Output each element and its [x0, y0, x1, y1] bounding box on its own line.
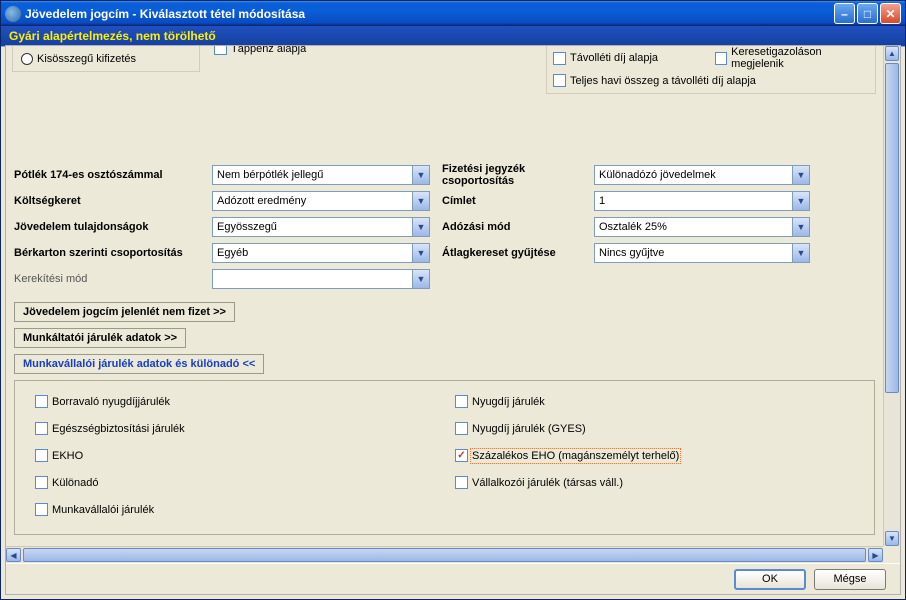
lbl-berkarton: Bérkarton szerinti csoportosítás	[14, 247, 206, 259]
close-button[interactable]: ✕	[880, 3, 901, 24]
check-tappenz[interactable]	[214, 46, 227, 55]
scroll-thumb[interactable]	[23, 548, 866, 562]
check-keresetigazolas-label: Keresetigazoláson megjelenik	[731, 46, 869, 70]
combo-berkarton[interactable]: Egyéb▼	[212, 243, 430, 263]
lbl-jovedelemtul: Jövedelem tulajdonságok	[14, 221, 206, 233]
scroll-right-icon[interactable]: ▶	[868, 548, 883, 562]
section-munkaltatoi[interactable]: Munkáltatói járulék adatok >>	[14, 328, 186, 348]
scroll-body: Kisösszegű kifizetés Táppénz alapja Távo…	[6, 46, 883, 546]
check-v-llalkoz-i-j-rul-k-t-rsas-v-ll-[interactable]	[455, 476, 468, 489]
titlebar: Jövedelem jogcím - Kiválasztott tétel mó…	[1, 1, 905, 26]
vertical-scrollbar[interactable]: ▲ ▼	[883, 46, 900, 546]
lbl-adozasimod: Adózási mód	[442, 221, 588, 233]
check-label: Nyugdíj járulék	[472, 396, 545, 408]
horizontal-scrollbar[interactable]: ◀ ▶	[6, 546, 883, 563]
chevron-down-icon: ▼	[412, 218, 429, 236]
app-icon	[5, 6, 21, 22]
scroll-up-icon[interactable]: ▲	[885, 46, 899, 61]
combo-fizjegyzek[interactable]: Különadózó jövedelmek▼	[594, 165, 810, 185]
ok-button[interactable]: OK	[734, 569, 806, 590]
combo-potlek[interactable]: Nem bérpótlék jellegű▼	[212, 165, 430, 185]
check-label: Nyugdíj járulék (GYES)	[472, 423, 586, 435]
chevron-down-icon: ▼	[412, 270, 429, 288]
combo-atlagkereset[interactable]: Nincs gyűjtve▼	[594, 243, 810, 263]
maximize-button[interactable]: □	[857, 3, 878, 24]
jarulek-panel: Borravaló nyugdíjjárulék Egészségbiztosít…	[14, 380, 875, 535]
cancel-button[interactable]: Mégse	[814, 569, 886, 590]
chevron-down-icon: ▼	[412, 166, 429, 184]
check-sz-zal-kos-eho-mag-nszem-lyt-terhel-[interactable]	[455, 449, 468, 462]
combo-koltsegkeret[interactable]: Adózott eredmény▼	[212, 191, 430, 211]
section-jelenlet[interactable]: Jövedelem jogcím jelenlét nem fizet >>	[14, 302, 235, 322]
chevron-down-icon: ▼	[412, 244, 429, 262]
check-tavolleti-label: Távolléti díj alapja	[570, 52, 658, 64]
lbl-kerekites: Kerekítési mód	[14, 273, 206, 285]
check-label: Egészségbiztosítási járulék	[52, 423, 185, 435]
section-munkavallaloi[interactable]: Munkavállalói járulék adatok és különadó…	[14, 354, 264, 374]
check-label: EKHO	[52, 450, 83, 462]
chevron-down-icon: ▼	[412, 192, 429, 210]
minimize-button[interactable]: –	[834, 3, 855, 24]
check-keresetigazolas[interactable]	[715, 52, 727, 65]
form-grid: Pótlék 174-es osztószámmal Nem bérpótlék…	[14, 162, 875, 535]
scroll-thumb[interactable]	[885, 63, 899, 393]
check-label: Különadó	[52, 477, 99, 489]
check-label: Vállalkozói járulék (társas váll.)	[472, 477, 623, 489]
check-right-group: Távolléti díj alapja Keresetigazoláson m…	[546, 46, 876, 94]
check-ekho[interactable]	[35, 449, 48, 462]
check-teljeshavi-label: Teljes havi összeg a távolléti díj alapj…	[570, 75, 756, 87]
combo-kerekites[interactable]: ▼	[212, 269, 430, 289]
combo-cimlet[interactable]: 1▼	[594, 191, 810, 211]
check-eg-szs-gbiztos-t-si-j-rul-k[interactable]	[35, 422, 48, 435]
check-label: Százalékos EHO (magánszemélyt terhelő)	[472, 450, 679, 462]
radio-label: Kisösszegű kifizetés	[37, 53, 136, 65]
lbl-koltsegkeret: Költségkeret	[14, 195, 206, 207]
subheader: Gyári alapértelmezés, nem törölhető	[1, 26, 905, 47]
check-label: Borravaló nyugdíjjárulék	[52, 396, 170, 408]
lbl-fizjegyzek: Fizetési jegyzék csoportosítás	[442, 163, 588, 187]
check-munkav-llal-i-j-rul-k[interactable]	[35, 503, 48, 516]
button-bar: OK Mégse	[6, 563, 900, 594]
chevron-down-icon: ▼	[792, 218, 809, 236]
scroll-left-icon[interactable]: ◀	[6, 548, 21, 562]
check-tavolleti[interactable]	[553, 52, 566, 65]
check-nyugd-j-j-rul-k-gyes-[interactable]	[455, 422, 468, 435]
radio-kisosszegu[interactable]	[21, 53, 33, 65]
radio-group: Kisösszegű kifizetés	[12, 46, 200, 72]
check-nyugd-j-j-rul-k[interactable]	[455, 395, 468, 408]
check-label: Munkavállalói járulék	[52, 504, 154, 516]
check-tappenz-group: Táppénz alapja	[214, 46, 306, 59]
lbl-potlek: Pótlék 174-es osztószámmal	[14, 169, 206, 181]
window: Jövedelem jogcím - Kiválasztott tétel mó…	[0, 0, 906, 600]
lbl-atlagkereset: Átlagkereset gyűjtése	[442, 247, 588, 259]
chevron-down-icon: ▼	[792, 166, 809, 184]
window-title: Jövedelem jogcím - Kiválasztott tétel mó…	[25, 7, 834, 21]
check-borraval-nyugd-jj-rul-k[interactable]	[35, 395, 48, 408]
check-k-l-nad-[interactable]	[35, 476, 48, 489]
combo-jovedelemtul[interactable]: Egyösszegű▼	[212, 217, 430, 237]
lbl-cimlet: Címlet	[442, 195, 588, 207]
content-area: Kisösszegű kifizetés Táppénz alapja Távo…	[5, 45, 901, 595]
scroll-down-icon[interactable]: ▼	[885, 531, 899, 546]
chevron-down-icon: ▼	[792, 244, 809, 262]
chevron-down-icon: ▼	[792, 192, 809, 210]
combo-adozasimod[interactable]: Osztalék 25%▼	[594, 217, 810, 237]
check-teljeshavi[interactable]	[553, 74, 566, 87]
check-tappenz-label: Táppénz alapja	[231, 46, 306, 55]
